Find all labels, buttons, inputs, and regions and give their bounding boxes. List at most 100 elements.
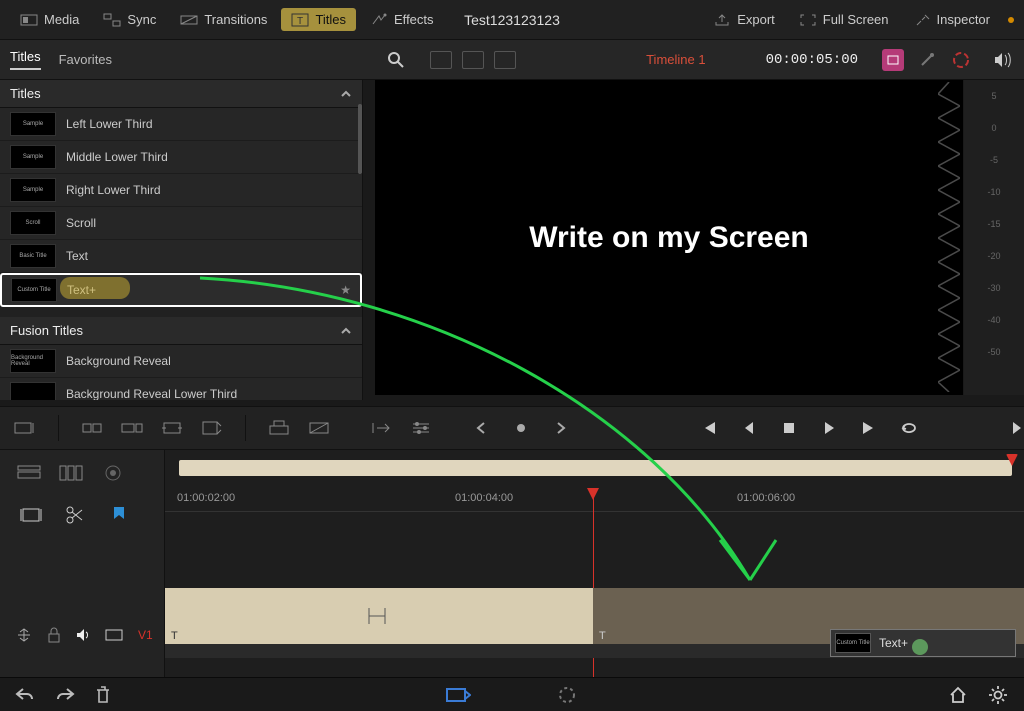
menu-export-label: Export — [737, 12, 775, 27]
ruler-label: 01:00:02:00 — [177, 492, 235, 504]
source-timecode[interactable]: 00:00:05:00 — [766, 52, 858, 68]
trim-handles-icon — [365, 606, 389, 626]
divider — [58, 415, 59, 441]
menu-sync-label: Sync — [127, 12, 156, 27]
tab-favorites[interactable]: Favorites — [59, 52, 112, 67]
prev-edit-button[interactable] — [468, 417, 494, 439]
meter-tick: -30 — [987, 283, 1000, 293]
loading-spinner-icon — [557, 685, 579, 705]
append-button[interactable] — [119, 417, 145, 439]
asset-label: Scroll — [66, 216, 96, 230]
minimap-playhead[interactable] — [1006, 454, 1018, 466]
effects-icon — [370, 13, 388, 27]
asset-thumb: Sample — [10, 112, 56, 136]
asset-left-lower-third[interactable]: Sample Left Lower Third — [0, 108, 362, 141]
transitions-icon — [180, 13, 198, 27]
split-button[interactable] — [62, 504, 88, 526]
favorite-star-icon[interactable]: ★ — [340, 283, 351, 297]
stop-button[interactable] — [776, 417, 802, 439]
cut-page-button[interactable] — [445, 685, 467, 705]
marker-icon — [111, 505, 127, 525]
asset-text[interactable]: Basic Title Text — [0, 240, 362, 273]
clip-a[interactable]: T — [165, 588, 593, 644]
play-button[interactable] — [816, 417, 842, 439]
menu-fullscreen[interactable]: Full Screen — [789, 8, 899, 31]
menu-inspector[interactable]: Inspector — [903, 8, 1000, 31]
timeline-name[interactable]: Timeline 1 — [646, 52, 705, 67]
go-to-start-button[interactable] — [696, 417, 722, 439]
timeline-view-c-button[interactable] — [100, 462, 126, 484]
speaker-button[interactable] — [990, 47, 1016, 73]
clip-record-icon[interactable] — [882, 49, 904, 71]
video-track-toggle[interactable] — [104, 626, 124, 644]
lock-track-button[interactable] — [44, 626, 64, 644]
color-wheel-icon[interactable] — [950, 49, 972, 71]
source-mode-2[interactable] — [462, 51, 484, 69]
asset-scroll[interactable]: Scroll Scroll — [0, 207, 362, 240]
source-overwrite-button[interactable] — [306, 417, 332, 439]
next-edit-button[interactable] — [548, 417, 574, 439]
tab-titles[interactable]: Titles — [10, 49, 41, 70]
asset-right-lower-third[interactable]: Sample Right Lower Third — [0, 174, 362, 207]
timeline-minimap[interactable] — [179, 460, 1012, 476]
timeline-view-a-button[interactable] — [16, 462, 42, 484]
source-mode-1[interactable] — [430, 51, 452, 69]
asset-thumb: Scroll — [10, 211, 56, 235]
bottom-right-icons — [948, 685, 1010, 705]
collapse-track-button[interactable] — [14, 626, 34, 644]
asset-label: Text+ — [67, 283, 96, 297]
meter-tick: -10 — [987, 187, 1000, 197]
trash-icon — [94, 685, 112, 705]
category-header-titles[interactable]: Titles — [0, 80, 362, 108]
source-mode-3[interactable] — [494, 51, 516, 69]
export-icon — [713, 13, 731, 27]
asset-background-reveal-lower-third[interactable]: Background Reveal Lower Third — [0, 378, 362, 400]
bypass-fx-icon[interactable] — [916, 49, 938, 71]
menubar: Media Sync Transitions T Titles Effects — [0, 0, 1024, 40]
close-up-button[interactable] — [199, 417, 225, 439]
go-next-button[interactable] — [1004, 417, 1024, 439]
mute-track-button[interactable] — [74, 626, 94, 644]
preview-viewer[interactable]: Write on my Screen — [375, 80, 963, 395]
redo-button[interactable] — [54, 685, 76, 705]
svg-text:T: T — [297, 16, 303, 27]
delete-button[interactable] — [94, 685, 116, 705]
menu-media[interactable]: Media — [10, 8, 89, 31]
menu-export[interactable]: Export — [703, 8, 785, 31]
undo-button[interactable] — [14, 685, 36, 705]
nav-dots — [456, 417, 586, 439]
sliders-button[interactable] — [408, 417, 434, 439]
asset-middle-lower-third[interactable]: Sample Middle Lower Third — [0, 141, 362, 174]
step-back-button[interactable] — [736, 417, 762, 439]
meter-tick: -15 — [987, 219, 1000, 229]
menu-effects[interactable]: Effects — [360, 8, 444, 31]
place-on-top-button[interactable] — [266, 417, 292, 439]
menu-titles[interactable]: T Titles — [281, 8, 356, 31]
ripple-overwrite-button[interactable] — [159, 417, 185, 439]
current-edit-dot[interactable] — [508, 417, 534, 439]
home-icon — [948, 685, 968, 705]
smart-insert-button[interactable] — [79, 417, 105, 439]
asset-background-reveal[interactable]: Background Reveal Background Reveal — [0, 345, 362, 378]
home-button[interactable] — [948, 685, 970, 705]
meter-tick: -50 — [987, 347, 1000, 357]
library-scrollbar[interactable] — [358, 104, 362, 174]
loop-button[interactable] — [896, 417, 922, 439]
menubar-left-group: Media Sync Transitions T Titles Effects — [10, 8, 444, 31]
inspector-icon — [913, 13, 931, 27]
go-to-end-button[interactable] — [856, 417, 882, 439]
settings-button[interactable] — [988, 685, 1010, 705]
search-button[interactable] — [384, 48, 408, 72]
insert-clip-button[interactable] — [12, 417, 38, 439]
menu-sync[interactable]: Sync — [93, 8, 166, 31]
category-header-fusion[interactable]: Fusion Titles — [0, 317, 362, 345]
trim-view-button[interactable] — [368, 417, 394, 439]
timeline-view-b-button[interactable] — [58, 462, 84, 484]
snapping-button[interactable] — [18, 504, 44, 526]
menu-transitions-label: Transitions — [204, 12, 267, 27]
marker-button[interactable] — [106, 504, 132, 526]
menu-transitions[interactable]: Transitions — [170, 8, 277, 31]
asset-text-plus[interactable]: Custom Title Text+ ★ — [0, 273, 362, 307]
menu-inspector-label: Inspector — [937, 12, 990, 27]
trim-tool-block — [356, 417, 446, 439]
